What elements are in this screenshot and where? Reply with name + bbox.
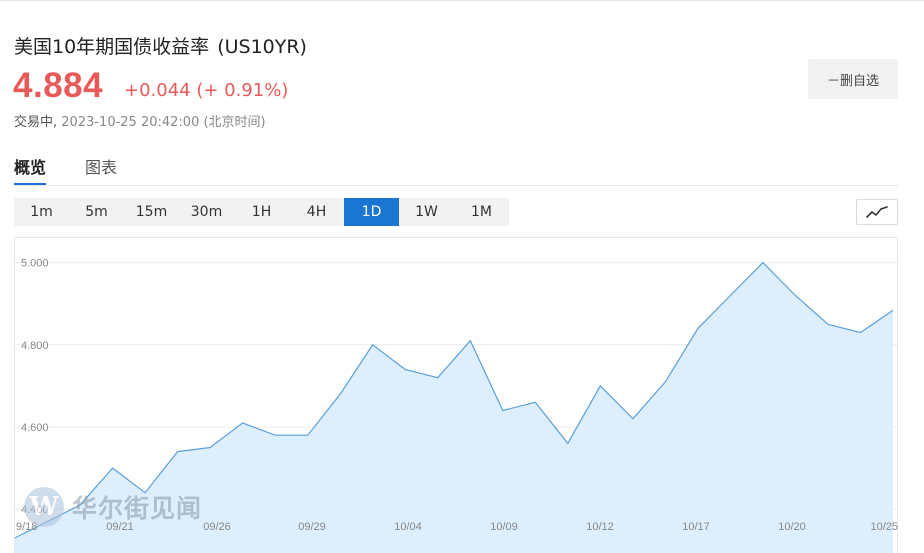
data-point	[339, 393, 342, 396]
data-point	[599, 384, 602, 387]
period-30m[interactable]: 30m	[179, 198, 234, 226]
period-15m[interactable]: 15m	[124, 198, 179, 226]
x-tick-label: 10/04	[394, 521, 422, 533]
data-point	[436, 376, 439, 379]
data-point	[209, 446, 212, 449]
period-1d[interactable]: 1D	[344, 198, 399, 226]
data-point	[274, 434, 277, 437]
y-tick-label: 4.600	[21, 422, 49, 434]
data-point	[566, 442, 569, 445]
x-tick-label: 09/29	[298, 521, 326, 533]
y-tick-label: 5.000	[21, 258, 49, 270]
trading-status-label: 交易中,	[14, 115, 58, 130]
period-4h[interactable]: 4H	[289, 198, 344, 226]
top-divider	[0, 0, 924, 1]
data-point	[404, 368, 407, 371]
page-title: 美国10年期国债收益率 (US10YR)	[14, 32, 307, 59]
x-tick-label: 10/09	[490, 521, 518, 533]
data-point	[794, 294, 797, 297]
remove-watchlist-button[interactable]: －删自选	[808, 59, 898, 99]
tab-bar: 概览 图表	[14, 154, 156, 186]
tabs-divider	[14, 185, 898, 186]
x-tick-label: 09/26	[203, 521, 231, 533]
data-point	[892, 309, 895, 312]
x-tick-label: 10/12	[586, 521, 614, 533]
data-point	[469, 339, 472, 342]
period-1mo[interactable]: 1M	[454, 198, 509, 226]
instrument-name: 美国10年期国债收益率	[14, 36, 210, 58]
data-point	[729, 294, 732, 297]
data-point	[306, 434, 309, 437]
chart-type-button[interactable]	[856, 199, 898, 225]
period-1m[interactable]: 1m	[14, 198, 69, 226]
trading-status: 交易中, 2023-10-25 20:42:00 (北京时间)	[14, 111, 266, 130]
instrument-symbol: (US10YR)	[217, 36, 307, 58]
period-1h[interactable]: 1H	[234, 198, 289, 226]
data-point	[826, 323, 829, 326]
y-tick-label: 4.800	[21, 340, 49, 352]
watermark-text: 华尔街见闻	[72, 494, 203, 523]
data-point	[501, 409, 504, 412]
period-selector: 1m 5m 15m 30m 1H 4H 1D 1W 1M	[14, 198, 509, 226]
x-tick-label: 10/20	[778, 521, 806, 533]
period-5m[interactable]: 5m	[69, 198, 124, 226]
data-point	[176, 450, 179, 453]
data-point	[631, 417, 634, 420]
data-point	[534, 401, 537, 404]
data-point	[761, 261, 764, 264]
watermark-logo: W	[24, 487, 64, 527]
data-point	[696, 327, 699, 330]
x-tick-label: 10/25	[870, 521, 898, 533]
line-chart-icon	[866, 206, 888, 218]
x-tick-label: 10/17	[682, 521, 710, 533]
trading-timestamp: 2023-10-25 20:42:00 (北京时间)	[61, 115, 266, 130]
period-1w[interactable]: 1W	[399, 198, 454, 226]
data-point	[664, 380, 667, 383]
tab-chart[interactable]: 图表	[85, 154, 117, 186]
data-point	[371, 343, 374, 346]
data-point	[111, 467, 114, 470]
watermark: W 华尔街见闻	[24, 487, 202, 527]
data-point	[859, 331, 862, 334]
price-change: +0.044 (+ 0.91%)	[124, 80, 289, 101]
tab-overview[interactable]: 概览	[14, 154, 47, 186]
last-price: 4.884	[13, 66, 104, 105]
data-point	[241, 421, 244, 424]
